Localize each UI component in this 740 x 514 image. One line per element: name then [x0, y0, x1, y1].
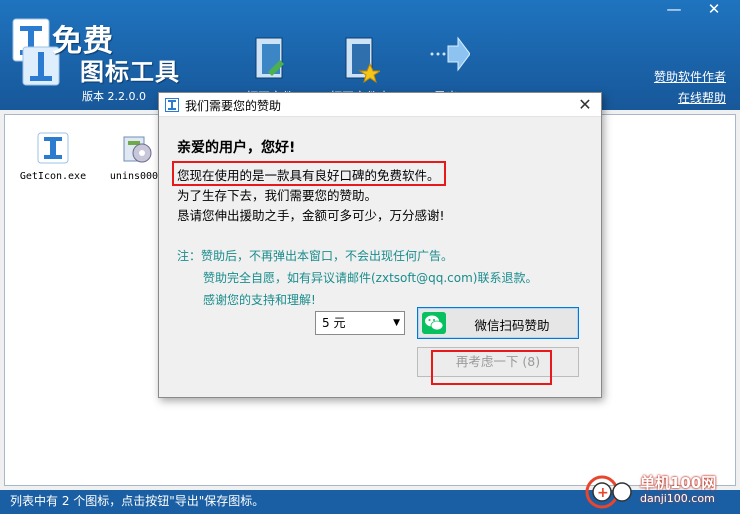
reconsider-later-button[interactable]: 再考虑一下 (8): [417, 347, 579, 377]
greeting-heading: 亲爱的用户，您好!: [177, 140, 296, 156]
watermark-logo-icon: +: [585, 475, 632, 509]
amount-dropdown[interactable]: 5 元 ▼: [315, 311, 405, 335]
message-line-2: 为了生存下去，我们需要您的赞助。: [177, 188, 378, 203]
sponsor-author-link[interactable]: 赞助软件作者: [654, 68, 726, 85]
logo-name-text: 图标工具: [80, 57, 180, 86]
online-help-link[interactable]: 在线帮助: [678, 89, 726, 106]
svg-text:+: +: [597, 485, 609, 501]
note-line-2: 赞助完全自愿，如有异议请邮件(zxtsoft@qq.com)联系退款。: [203, 271, 538, 285]
note-line-3: 感谢您的支持和理解!: [203, 293, 316, 307]
message-line-3: 恳请您伸出援助之手，金额可多可少，万分感谢!: [177, 208, 445, 223]
close-window-button[interactable]: ✕: [694, 0, 734, 20]
watermark-text: 单机100网: [640, 474, 717, 492]
dialog-titlebar: 我们需要您的赞助 ✕: [159, 93, 601, 117]
version-label: 版本 2.2.0.0: [82, 90, 146, 103]
note-line-1: 注：赞助后，不再弹出本窗口，不会出现任何广告。: [177, 249, 454, 263]
installer-icon: [123, 136, 152, 163]
app-icon: [37, 132, 69, 164]
dropdown-arrow-icon: ▼: [393, 318, 400, 328]
sponsor-dialog: 我们需要您的赞助 ✕ 亲爱的用户，您好! 您现在使用的是一款具有良好口碑的免费软…: [158, 92, 602, 398]
dialog-close-button[interactable]: ✕: [575, 95, 595, 115]
watermark: + 单机100网 danji100.com: [584, 470, 734, 510]
wechat-icon: [422, 312, 446, 334]
file-name: GetIcon.exe: [19, 171, 87, 182]
wechat-button-label: 微信扫码赞助: [474, 318, 550, 333]
open-file-icon: [255, 37, 284, 79]
dialog-title: 我们需要您的赞助: [185, 99, 282, 113]
wechat-sponsor-button[interactable]: 微信扫码赞助: [417, 307, 579, 339]
minimize-button[interactable]: —: [654, 0, 694, 20]
watermark-url: danji100.com: [640, 492, 715, 505]
list-item[interactable]: GetIcon.exe: [13, 131, 93, 182]
window-controls: — ✕: [654, 0, 734, 20]
open-folder-icon: [345, 37, 380, 84]
dialog-app-icon: [165, 98, 179, 112]
dialog-body: 亲爱的用户，您好! 您现在使用的是一款具有良好口碑的免费软件。 为了生存下去，我…: [159, 117, 601, 397]
amount-value: 5 元: [322, 316, 346, 330]
message-line-1: 您现在使用的是一款具有良好口碑的免费软件。: [177, 168, 440, 183]
export-icon: [430, 36, 470, 72]
